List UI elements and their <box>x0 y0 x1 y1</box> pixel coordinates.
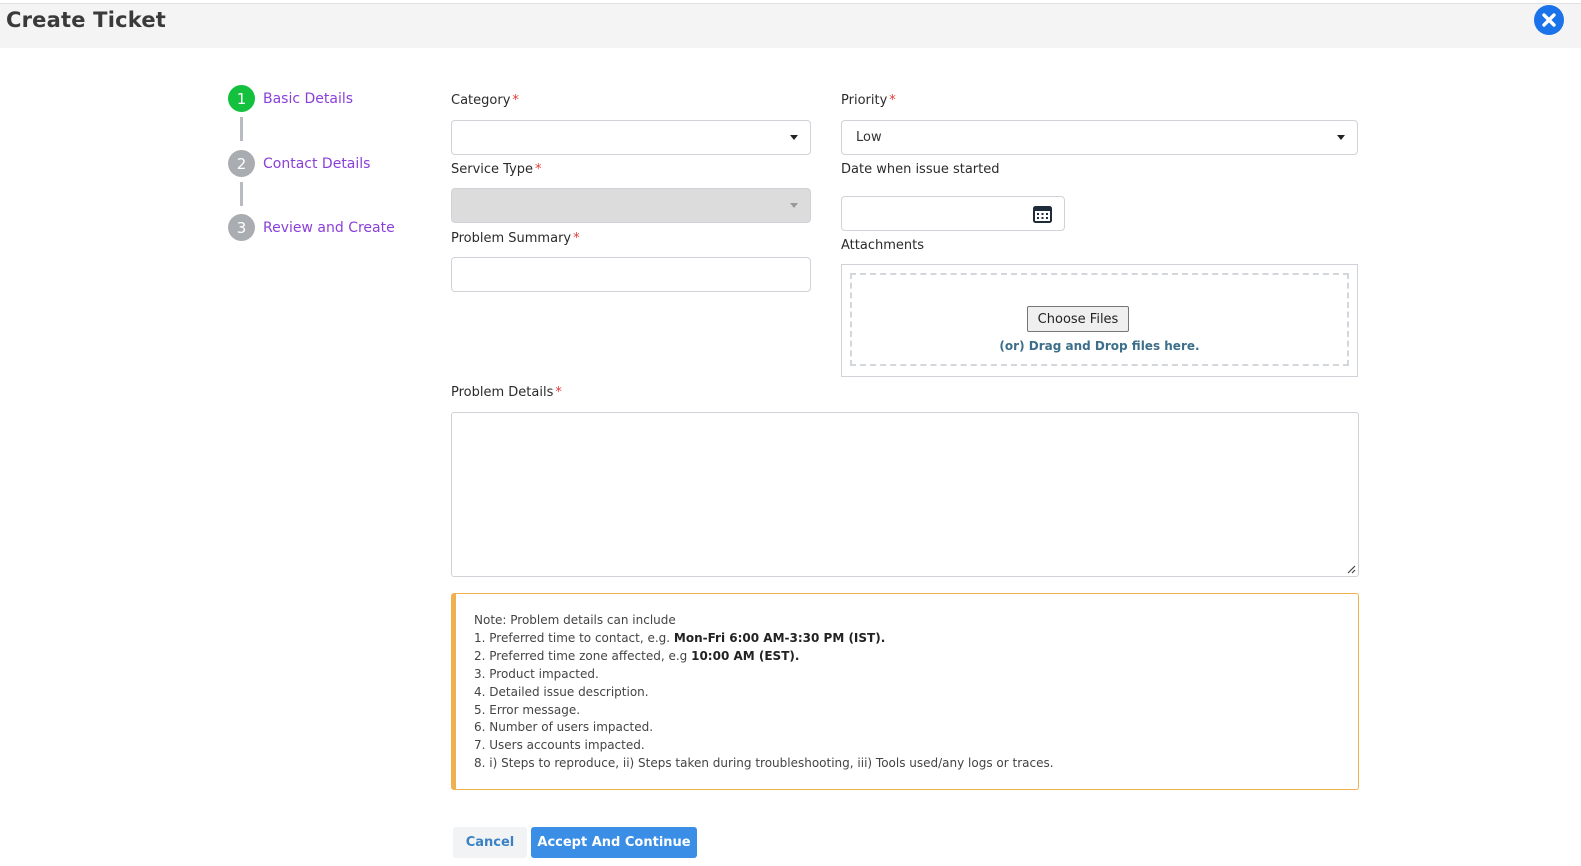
step-number-badge: 1 <box>228 85 255 112</box>
note-intro: Note: Problem details can include <box>474 613 676 627</box>
step-contact-details[interactable]: 2 Contact Details <box>228 150 370 177</box>
step-label: Basic Details <box>263 90 354 107</box>
caret-down-icon <box>1337 135 1345 140</box>
drag-drop-hint: (or) Drag and Drop files here. <box>999 339 1200 353</box>
choose-files-button[interactable]: Choose Files <box>1027 306 1129 332</box>
note-item: 2. Preferred time zone affected, e.g 10:… <box>474 648 800 663</box>
step-label: Review and Create <box>263 219 395 236</box>
problem-summary-label: Problem Summary * <box>451 231 580 246</box>
step-connector <box>240 182 243 206</box>
service-type-select[interactable] <box>451 188 811 223</box>
note-item: 5. Error message. <box>474 702 581 717</box>
date-started-input[interactable] <box>841 196 1065 231</box>
note-item: 3. Product impacted. <box>474 666 599 681</box>
note-item: 7. Users accounts impacted. <box>474 738 645 753</box>
resize-handle-icon[interactable] <box>1346 564 1356 574</box>
step-number-badge: 3 <box>228 214 255 241</box>
caret-down-icon <box>790 135 798 140</box>
problem-details-note: Note: Problem details can include 1. Pre… <box>451 593 1359 790</box>
service-type-label: Service Type * <box>451 162 542 177</box>
header-bar: Create Ticket <box>0 3 1581 48</box>
step-number-badge: 2 <box>228 150 255 177</box>
category-select[interactable] <box>451 120 811 155</box>
problem-details-label: Problem Details * <box>451 385 562 400</box>
category-label: Category * <box>451 93 519 108</box>
required-marker: * <box>573 231 580 246</box>
priority-value: Low <box>856 130 882 145</box>
step-basic-details[interactable]: 1 Basic Details <box>228 85 353 112</box>
cancel-button[interactable]: Cancel <box>453 827 527 858</box>
accept-and-continue-button[interactable]: Accept And Continue <box>531 827 697 858</box>
step-connector <box>240 117 243 141</box>
step-review-and-create[interactable]: 3 Review and Create <box>228 214 395 241</box>
note-item: 8. i) Steps to reproduce, ii) Steps take… <box>474 756 1054 771</box>
problem-details-textarea[interactable] <box>451 412 1359 577</box>
required-marker: * <box>889 93 896 108</box>
close-button[interactable] <box>1534 5 1564 35</box>
date-started-label: Date when issue started <box>841 162 1000 177</box>
caret-down-icon <box>790 203 798 208</box>
note-item: 1. Preferred time to contact, e.g. Mon-F… <box>474 630 886 645</box>
close-icon <box>1542 13 1556 27</box>
problem-summary-input[interactable] <box>451 257 811 292</box>
note-item: 4. Detailed issue description. <box>474 684 649 699</box>
required-marker: * <box>535 162 542 177</box>
priority-label: Priority * <box>841 93 896 108</box>
required-marker: * <box>555 385 562 400</box>
step-label: Contact Details <box>263 155 371 172</box>
note-item: 6. Number of users impacted. <box>474 720 654 735</box>
attachments-label: Attachments <box>841 238 924 253</box>
priority-select[interactable]: Low <box>841 120 1358 155</box>
required-marker: * <box>512 93 519 108</box>
page-title: Create Ticket <box>6 8 167 32</box>
calendar-icon[interactable] <box>1033 205 1052 223</box>
